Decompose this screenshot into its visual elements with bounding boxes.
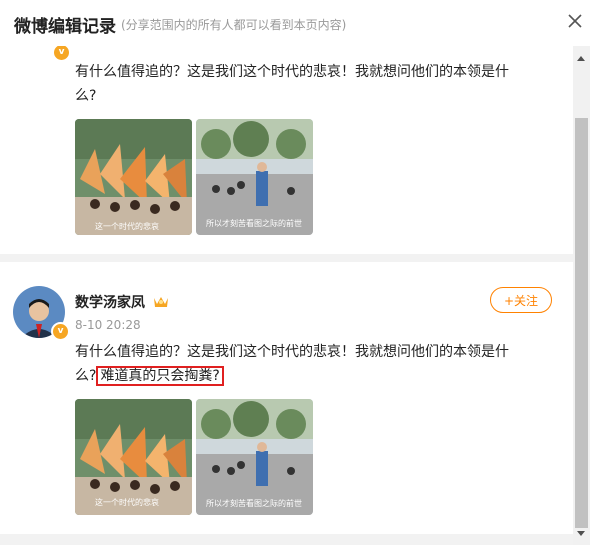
post-text: 有什么值得追的？这是我们这个时代的悲哀！我就想问他们的本领是什 么? — [75, 60, 555, 108]
post-image[interactable]: 所以才刻苦看图之际的前世 — [196, 399, 313, 515]
scroll-up-arrow-icon[interactable] — [577, 56, 585, 61]
post-text-line: 么? — [75, 88, 97, 104]
post-divider — [0, 534, 573, 545]
username[interactable]: 数学汤家凤 — [75, 292, 145, 312]
post-text-line: 有什么值得追的？这是我们这个时代的悲哀！我就想问他们的本领是什 — [75, 64, 509, 80]
scrollbar-thumb[interactable] — [575, 118, 588, 528]
post-text-line: 么? — [75, 368, 97, 384]
scrollbar[interactable] — [573, 46, 590, 545]
post-image[interactable]: 这一个时代的悲哀 — [75, 399, 192, 515]
image-caption: 这一个时代的悲哀 — [95, 222, 159, 231]
crown-icon — [153, 293, 169, 307]
edit-history-list: v 8-10 20:32 有什么值得追的？这是我们这个时代的悲哀！我就想问他们的… — [0, 0, 573, 545]
post-divider — [0, 254, 573, 262]
dialog-header: 微博编辑记录 (分享范围内的所有人都可以看到本页内容) — [0, 0, 590, 46]
close-icon[interactable] — [566, 12, 584, 30]
post-text: 有什么值得追的？这是我们这个时代的悲哀！我就想问他们的本领是什 么? 难道真的只会… — [75, 340, 555, 388]
image-caption: 所以才刻苦看图之际的前世 — [206, 219, 302, 228]
post-image[interactable]: 这一个时代的悲哀 — [75, 119, 192, 235]
follow-button[interactable]: +关注 — [490, 287, 552, 313]
image-caption: 所以才刻苦看图之际的前世 — [206, 499, 302, 508]
dialog-title: 微博编辑记录 — [14, 17, 116, 37]
post-image[interactable]: 所以才刻苦看图之际的前世 — [196, 119, 313, 235]
dialog-subtitle: (分享范围内的所有人都可以看到本页内容) — [121, 18, 347, 32]
verified-badge-icon: v — [51, 322, 70, 341]
image-caption: 这一个时代的悲哀 — [95, 498, 159, 507]
post-text-line: 有什么值得追的？这是我们这个时代的悲哀！我就想问他们的本领是什 — [75, 344, 509, 360]
scroll-down-arrow-icon[interactable] — [577, 531, 585, 536]
highlighted-text: 难道真的只会掏粪? — [96, 366, 224, 386]
post-timestamp: 8-10 20:28 — [75, 318, 141, 332]
